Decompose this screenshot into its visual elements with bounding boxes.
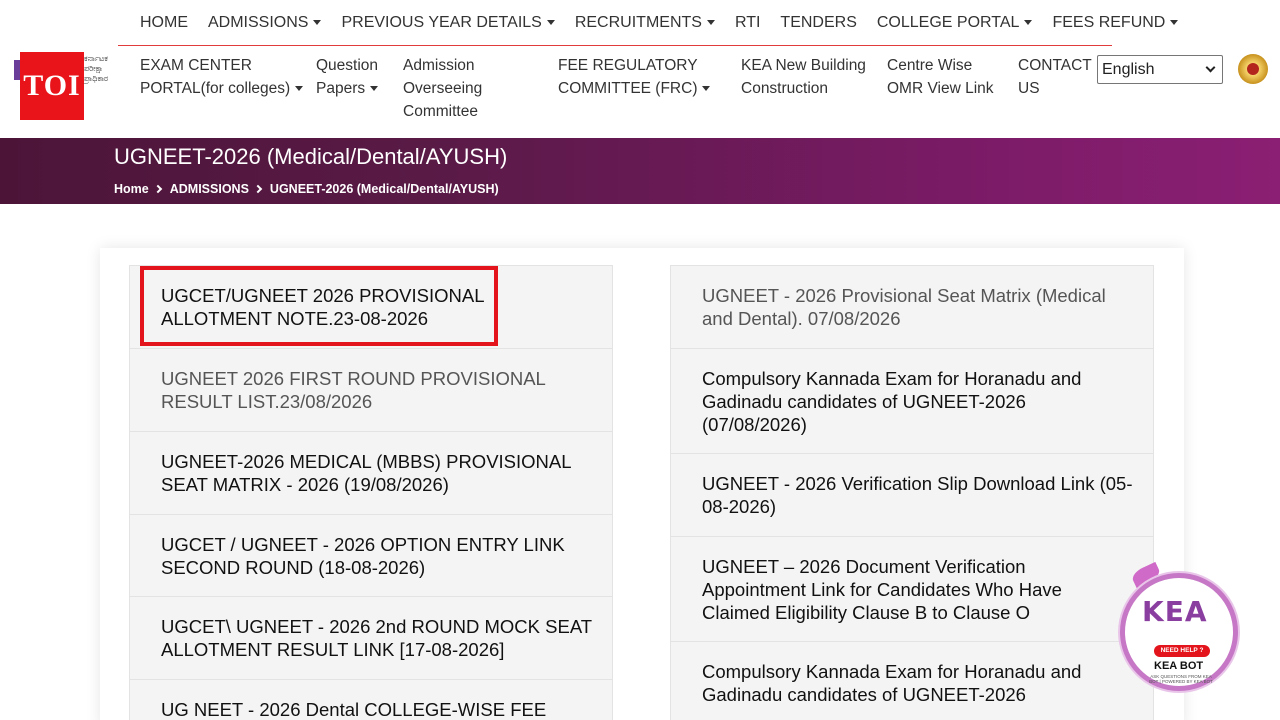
notice-text: UGCET/UGNEET 2026 PROVISIONAL ALLOTMENT …: [161, 285, 484, 329]
admission-committee-line1: Admission: [403, 57, 475, 74]
notice-text: UGNEET 2026 FIRST ROUND PROVISIONAL RESU…: [161, 368, 546, 412]
question-papers-line2: Papers: [316, 80, 366, 97]
secondary-navigation: EXAM CENTER PORTAL(for colleges) Questio…: [0, 54, 1280, 134]
caret-down-icon: [1024, 20, 1033, 25]
notice-link[interactable]: UGCET/UGNEET 2026 PROVISIONAL ALLOTMENT …: [129, 265, 613, 349]
notice-link[interactable]: UGNEET - 2026 Provisional Seat Matrix (M…: [670, 265, 1154, 349]
contact-line1: CONTACT: [1018, 57, 1092, 74]
chevron-down-icon: [1205, 62, 1216, 73]
notice-text: UGNEET-2026 MEDICAL (MBBS) PROVISIONAL S…: [161, 451, 571, 495]
nav-rti[interactable]: RTI: [725, 14, 770, 32]
language-select-value: English: [1102, 60, 1155, 78]
nav-fees-refund[interactable]: FEES REFUND: [1042, 14, 1188, 32]
kea-bot-name: KEA BOT: [1154, 660, 1204, 672]
nav-recruitments[interactable]: RECRUITMENTS: [565, 14, 725, 32]
exam-center-line1: EXAM CENTER: [140, 57, 252, 74]
caret-down-icon: [295, 86, 304, 92]
admission-committee-line2: Overseeing: [403, 80, 483, 97]
nav-recruitments-label: RECRUITMENTS: [574, 13, 702, 31]
notice-link[interactable]: UG NEET - 2026 Dental COLLEGE-WISE FEE: [129, 679, 613, 720]
kea-building-line2: Construction: [741, 80, 829, 97]
notice-link[interactable]: UGNEET-2026 MEDICAL (MBBS) PROVISIONAL S…: [129, 431, 613, 515]
breadcrumb-current: UGNEET-2026 (Medical/Dental/AYUSH): [269, 182, 499, 196]
notice-text: UGCET / UGNEET - 2026 OPTION ENTRY LINK …: [161, 534, 565, 578]
nav-question-papers[interactable]: Question Papers: [316, 54, 379, 100]
caret-down-icon: [370, 86, 379, 92]
caret-down-icon: [546, 20, 555, 25]
omr-link-line1: Centre Wise: [887, 57, 973, 74]
nav-fee-regulatory-committee[interactable]: FEE REGULATORY COMMITTEE (FRC): [558, 54, 711, 100]
notice-text: UGNEET – 2026 Document Verification Appo…: [702, 556, 1062, 623]
chevron-right-icon: [253, 184, 263, 194]
notice-text: UGCET\ UGNEET - 2026 2nd ROUND MOCK SEAT…: [161, 616, 592, 660]
notice-link[interactable]: UGCET / UGNEET - 2026 OPTION ENTRY LINK …: [129, 514, 613, 598]
nav-fees-refund-label: FEES REFUND: [1052, 13, 1166, 31]
nav-home-label: HOME: [140, 13, 188, 31]
notice-link[interactable]: UGNEET – 2026 Document Verification Appo…: [670, 536, 1154, 642]
notice-link[interactable]: UGNEET - 2026 Verification Slip Download…: [670, 453, 1154, 537]
admission-committee-line3: Committee: [403, 103, 478, 120]
nav-rti-label: RTI: [734, 13, 761, 31]
notice-link[interactable]: UGCET\ UGNEET - 2026 2nd ROUND MOCK SEAT…: [129, 596, 613, 680]
nav-previous-year-details[interactable]: PREVIOUS YEAR DETAILS: [331, 14, 564, 32]
caret-down-icon: [313, 20, 322, 25]
notice-text: UGNEET - 2026 Provisional Seat Matrix (M…: [702, 285, 1106, 329]
kea-bot-subtext: ASK QUESTIONS FROM KEA BOT | POWERED BY …: [1149, 674, 1213, 684]
kea-bot-logo-text: KEA: [1142, 595, 1208, 628]
page-banner: UGNEET-2026 (Medical/Dental/AYUSH) Home …: [0, 138, 1280, 204]
notice-text: UG NEET - 2026 Dental COLLEGE-WISE FEE: [161, 699, 547, 720]
notice-link[interactable]: UGNEET 2026 FIRST ROUND PROVISIONAL RESU…: [129, 348, 613, 432]
notice-link[interactable]: Compulsory Kannada Exam for Horanadu and…: [670, 348, 1154, 454]
exam-center-line2: PORTAL(for colleges): [140, 80, 291, 97]
nav-previous-year-label: PREVIOUS YEAR DETAILS: [341, 13, 542, 31]
notice-text: UGNEET - 2026 Verification Slip Download…: [702, 473, 1133, 517]
language-select[interactable]: English: [1097, 55, 1223, 84]
nav-admissions[interactable]: ADMISSIONS: [198, 14, 331, 32]
nav-home[interactable]: HOME: [118, 14, 198, 32]
omr-link-line2: OMR View Link: [887, 80, 994, 97]
need-help-badge: NEED HELP ?: [1154, 645, 1210, 657]
nav-admissions-label: ADMISSIONS: [208, 13, 309, 31]
top-navigation: HOME ADMISSIONS PREVIOUS YEAR DETAILS RE…: [118, 0, 1179, 46]
nav-admission-committee[interactable]: Admission Overseeing Committee: [403, 54, 482, 123]
nav-omr-view-link[interactable]: Centre Wise OMR View Link: [887, 54, 994, 100]
nav-kea-new-building[interactable]: KEA New Building Construction: [741, 54, 866, 100]
kea-bot-launcher[interactable]: KEA NEED HELP ? KEA BOT ASK QUESTIONS FR…: [1118, 561, 1240, 691]
nav-tenders[interactable]: TENDERS: [770, 14, 866, 32]
notice-link[interactable]: Compulsory Kannada Exam for Horanadu and…: [670, 641, 1154, 720]
nav-college-portal-label: COLLEGE PORTAL: [876, 13, 1020, 31]
breadcrumb: Home ADMISSIONS UGNEET-2026 (Medical/Den…: [114, 182, 499, 196]
nav-exam-center-portal[interactable]: EXAM CENTER PORTAL(for colleges): [140, 54, 304, 100]
contact-line2: US: [1018, 80, 1040, 97]
chevron-right-icon: [153, 184, 162, 194]
nav-tenders-label: TENDERS: [780, 13, 857, 31]
notice-text: Compulsory Kannada Exam for Horanadu and…: [702, 368, 1082, 435]
fee-regulatory-line2: COMMITTEE (FRC): [558, 80, 698, 97]
notice-text: Compulsory Kannada Exam for Horanadu and…: [702, 661, 1082, 705]
question-papers-line1: Question: [316, 57, 379, 74]
karnataka-emblem-icon: [1238, 54, 1268, 84]
fee-regulatory-line1: FEE REGULATORY: [558, 57, 698, 74]
breadcrumb-admissions[interactable]: ADMISSIONS: [170, 182, 249, 196]
page-title: UGNEET-2026 (Medical/Dental/AYUSH): [114, 144, 508, 169]
kea-building-line1: KEA New Building: [741, 57, 866, 74]
breadcrumb-home[interactable]: Home: [114, 182, 149, 196]
nav-college-portal[interactable]: COLLEGE PORTAL: [867, 14, 1043, 32]
caret-down-icon: [1170, 20, 1179, 25]
caret-down-icon: [702, 86, 711, 92]
nav-contact-us[interactable]: CONTACT US: [1018, 54, 1092, 100]
caret-down-icon: [706, 20, 715, 25]
